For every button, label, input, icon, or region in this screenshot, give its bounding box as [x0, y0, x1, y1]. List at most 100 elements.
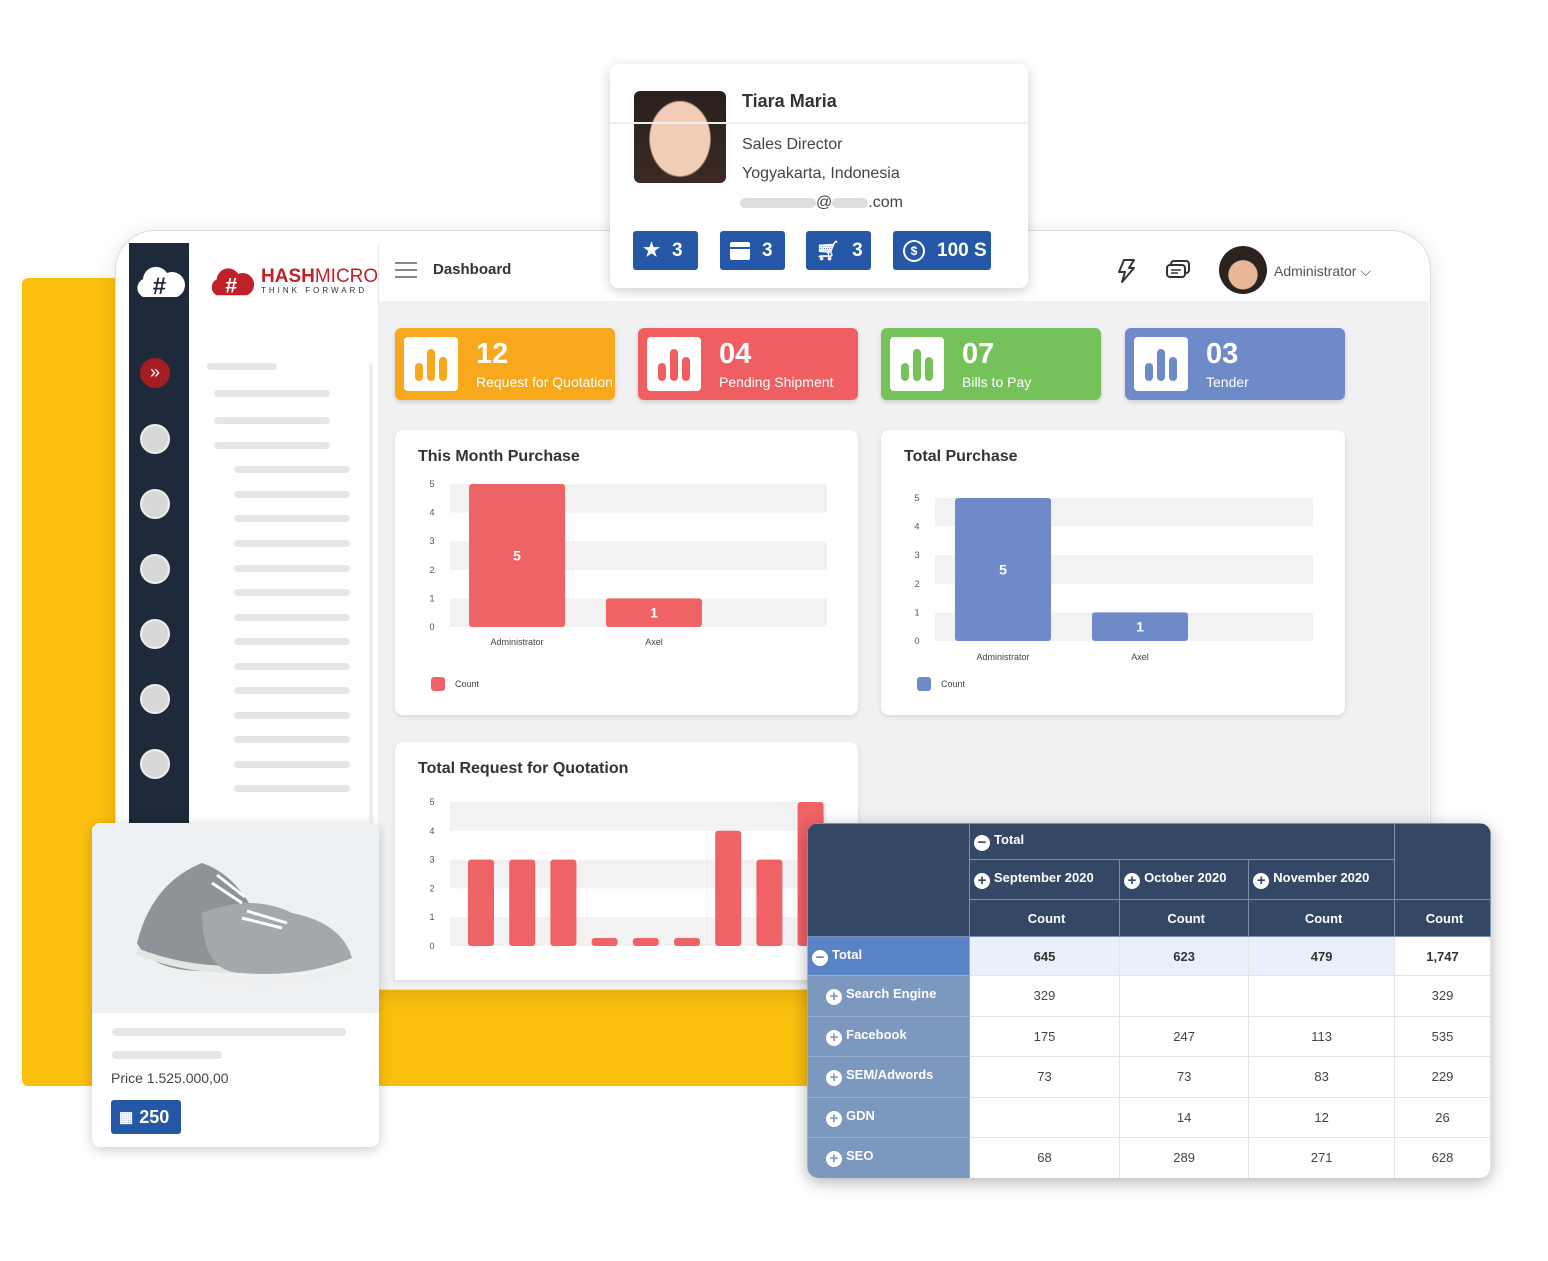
pivot-cell: 73 — [968, 1056, 1121, 1098]
row-header[interactable]: + GDN — [807, 1096, 970, 1138]
pivot-row: + SEO 68 289 271 628 — [807, 1137, 1491, 1178]
profile-photo — [634, 91, 726, 183]
legend-label: Count — [455, 679, 480, 689]
lightning-icon[interactable] — [1116, 258, 1136, 284]
bar-chart: 0 1 2 3 4 5 5 1 Administrator Axel Count — [914, 493, 1313, 691]
pivot-cell: 12 — [1248, 1096, 1395, 1138]
month-label: November 2020 — [1273, 870, 1370, 885]
menu-icon[interactable] — [140, 424, 170, 454]
expand-icon: + — [1253, 873, 1270, 889]
pivot-cell — [1119, 975, 1250, 1017]
header-label: Total — [994, 832, 1025, 847]
kpi-card[interactable]: 07 Bills to Pay — [881, 328, 1101, 400]
svg-text:#: # — [225, 274, 237, 297]
data-label: 1 — [650, 605, 658, 621]
product-card: Price 1.525.000,00 ▦ 250 — [92, 823, 379, 1147]
expand-icon: + — [826, 1110, 842, 1127]
expand-sidebar-button[interactable]: » — [140, 358, 170, 388]
y-tick-label: 4 — [429, 508, 434, 518]
row-label: GDN — [846, 1107, 875, 1123]
data-label: 5 — [513, 548, 521, 564]
row-header[interactable]: − Total — [807, 936, 970, 976]
kpi-value: 12 — [476, 338, 509, 370]
pivot-month-header[interactable]: + September 2020 — [968, 859, 1121, 900]
email-at: @ — [816, 194, 833, 211]
expand-icon: + — [826, 1029, 842, 1046]
kpi-card[interactable]: 03 Tender — [1125, 328, 1345, 400]
legend-label: Count — [941, 679, 966, 689]
bar — [591, 938, 618, 946]
star-icon: ★ — [643, 240, 661, 261]
calendar-button[interactable]: 3 — [720, 231, 785, 270]
hamburger-menu-icon[interactable] — [395, 262, 417, 278]
profile-card: Tiara Maria Sales Director Yogyakarta, I… — [610, 64, 1028, 288]
user-menu[interactable]: Administrator ⌵ — [1274, 263, 1371, 280]
pivot-cell: 329 — [1394, 975, 1491, 1017]
chart-card-total-rfq: Total Request for Quotation 0 1 2 3 4 5 — [395, 742, 858, 980]
stock-badge[interactable]: ▦ 250 — [111, 1100, 181, 1134]
brand-name: HASH — [261, 265, 315, 287]
y-tick-label: 1 — [429, 593, 434, 603]
kpi-card[interactable]: 12 Request for Quotation — [395, 328, 615, 400]
month-label: October 2020 — [1144, 870, 1227, 885]
page-title: Dashboard — [433, 261, 512, 278]
pivot-cell: 645 — [968, 936, 1121, 976]
kpi-card[interactable]: 04 Pending Shipment — [638, 328, 858, 400]
profile-name: Tiara Maria — [742, 91, 837, 111]
profile-email: @ .com — [740, 194, 903, 212]
kpi-value: 07 — [962, 338, 995, 370]
row-header[interactable]: + Search Engine — [807, 975, 970, 1017]
row-header[interactable]: + Facebook — [807, 1015, 970, 1057]
x-tick-label: Axel — [1131, 652, 1149, 662]
menu-icon[interactable] — [140, 489, 170, 519]
user-name: Administrator — [1274, 263, 1357, 279]
pivot-cell — [1248, 975, 1395, 1017]
pivot-corner — [807, 823, 970, 937]
bar — [509, 859, 536, 946]
pivot-cell: 628 — [1394, 1137, 1491, 1178]
hashmicro-logo-icon: # — [211, 268, 255, 297]
user-avatar[interactable] — [1219, 246, 1267, 294]
pivot-row: + Facebook 175 247 113 535 — [807, 1015, 1491, 1057]
chart-card-this-month-purchase: This Month Purchase 0 1 2 3 4 5 5 1 Administrator… — [395, 430, 858, 715]
legend-swatch — [917, 677, 931, 691]
badge-value: 3 — [762, 239, 773, 261]
row-header[interactable]: + SEM/Adwords — [807, 1056, 970, 1098]
pivot-cell: 14 — [1119, 1096, 1250, 1138]
bar-chart-icon — [1134, 337, 1188, 391]
pivot-cell — [968, 1096, 1121, 1138]
pivot-header-total[interactable]: − Total — [969, 823, 1395, 860]
row-label: Search Engine — [846, 986, 937, 1002]
y-tick-label: 2 — [429, 883, 434, 893]
coins-button[interactable]: $100 S — [893, 231, 991, 270]
badge-value: 3 — [672, 239, 683, 261]
pivot-month-header[interactable]: + October 2020 — [1119, 859, 1250, 900]
pivot-cell: 623 — [1119, 936, 1250, 976]
bar-chart: 0 1 2 3 4 5 — [429, 797, 827, 951]
bar-chart-icon — [647, 337, 701, 391]
chat-icon[interactable] — [1165, 259, 1191, 283]
legend-swatch — [431, 677, 445, 691]
y-tick-label: 2 — [914, 579, 919, 589]
menu-icon[interactable] — [140, 684, 170, 714]
pivot-cell: 329 — [968, 975, 1121, 1017]
row-header[interactable]: + SEO — [807, 1137, 970, 1178]
brand-logo: # HASHMICRO THINK FORWARD — [207, 265, 378, 297]
bar-chart: 0 1 2 3 4 5 5 1 Administrator Axel Count — [429, 479, 827, 691]
data-label: 1 — [1136, 619, 1144, 635]
menu-icon[interactable] — [140, 749, 170, 779]
menu-icon[interactable] — [140, 554, 170, 584]
pivot-cell: 175 — [968, 1015, 1121, 1057]
cart-button[interactable]: 🛒︎ 3 — [806, 231, 871, 270]
sidebar-scrollbar[interactable] — [369, 363, 373, 843]
pivot-cell: 479 — [1248, 936, 1395, 976]
pivot-month-header[interactable]: + November 2020 — [1248, 859, 1395, 900]
data-label: 5 — [999, 562, 1007, 578]
email-suffix: .com — [868, 194, 903, 211]
stars-button[interactable]: ★ 3 — [633, 231, 698, 270]
y-tick-label: 3 — [429, 855, 434, 865]
menu-icon[interactable] — [140, 619, 170, 649]
x-tick-label: Administrator — [490, 637, 543, 647]
pivot-cell: 289 — [1119, 1137, 1250, 1178]
bar-chart-icon — [890, 337, 944, 391]
